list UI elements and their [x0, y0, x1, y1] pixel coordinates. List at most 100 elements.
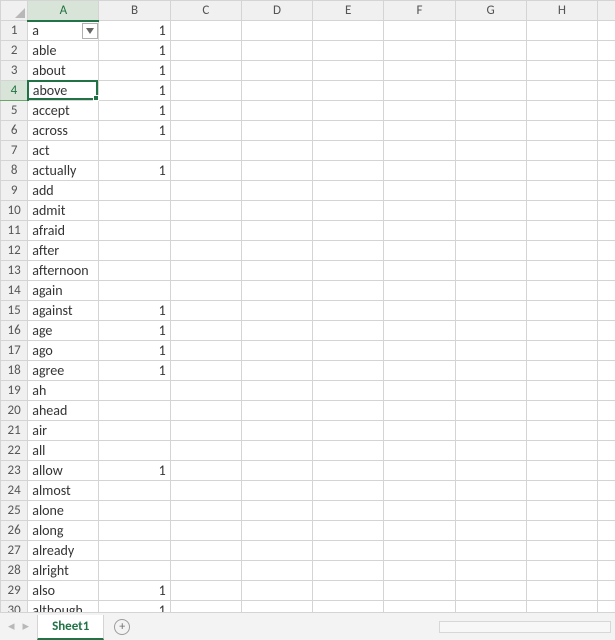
cell-G1[interactable]	[455, 21, 526, 41]
row-header[interactable]: 5	[1, 101, 28, 121]
cell-A4[interactable]: above	[28, 81, 99, 101]
cell-B1[interactable]: 1	[99, 21, 170, 41]
cell-I7[interactable]	[597, 141, 615, 161]
row-header[interactable]: 6	[1, 121, 28, 141]
cell-D29[interactable]	[241, 581, 312, 601]
cell-D8[interactable]	[241, 161, 312, 181]
cell-I21[interactable]	[597, 421, 615, 441]
cell-E14[interactable]	[313, 281, 384, 301]
cell-G25[interactable]	[455, 501, 526, 521]
cell-A22[interactable]: all	[28, 441, 99, 461]
cell-D6[interactable]	[241, 121, 312, 141]
cell-B30[interactable]: 1	[99, 601, 170, 613]
cell-D28[interactable]	[241, 561, 312, 581]
cell-E24[interactable]	[313, 481, 384, 501]
cell-G21[interactable]	[455, 421, 526, 441]
cell-A7[interactable]: act	[28, 141, 99, 161]
cell-F3[interactable]	[384, 61, 455, 81]
spreadsheet-grid[interactable]: ABCDEFGHI1a12able13about14above15accept1…	[0, 0, 615, 612]
cell-B15[interactable]: 1	[99, 301, 170, 321]
cell-H7[interactable]	[526, 141, 597, 161]
cell-B21[interactable]	[99, 421, 170, 441]
row-header[interactable]: 22	[1, 441, 28, 461]
cell-A13[interactable]: afternoon	[28, 261, 99, 281]
cell-D19[interactable]	[241, 381, 312, 401]
cell-I25[interactable]	[597, 501, 615, 521]
cell-G12[interactable]	[455, 241, 526, 261]
cell-H3[interactable]	[526, 61, 597, 81]
cell-I22[interactable]	[597, 441, 615, 461]
cell-I27[interactable]	[597, 541, 615, 561]
cell-F6[interactable]	[384, 121, 455, 141]
cell-B20[interactable]	[99, 401, 170, 421]
cell-H10[interactable]	[526, 201, 597, 221]
cell-C11[interactable]	[170, 221, 241, 241]
cell-A17[interactable]: ago	[28, 341, 99, 361]
cell-E25[interactable]	[313, 501, 384, 521]
cell-H26[interactable]	[526, 521, 597, 541]
cell-G6[interactable]	[455, 121, 526, 141]
cell-A16[interactable]: age	[28, 321, 99, 341]
cell-D16[interactable]	[241, 321, 312, 341]
cell-E1[interactable]	[313, 21, 384, 41]
row-header[interactable]: 18	[1, 361, 28, 381]
cell-A29[interactable]: also	[28, 581, 99, 601]
column-header-A[interactable]: A	[28, 1, 99, 21]
row-header[interactable]: 25	[1, 501, 28, 521]
cell-B14[interactable]	[99, 281, 170, 301]
row-header[interactable]: 12	[1, 241, 28, 261]
cell-H2[interactable]	[526, 41, 597, 61]
column-header-F[interactable]: F	[384, 1, 455, 21]
cell-H23[interactable]	[526, 461, 597, 481]
row-header[interactable]: 14	[1, 281, 28, 301]
cell-H5[interactable]	[526, 101, 597, 121]
cell-I16[interactable]	[597, 321, 615, 341]
cell-C24[interactable]	[170, 481, 241, 501]
cell-A5[interactable]: accept	[28, 101, 99, 121]
cell-E13[interactable]	[313, 261, 384, 281]
cell-D21[interactable]	[241, 421, 312, 441]
cell-G28[interactable]	[455, 561, 526, 581]
cell-B3[interactable]: 1	[99, 61, 170, 81]
cell-I11[interactable]	[597, 221, 615, 241]
cell-A6[interactable]: across	[28, 121, 99, 141]
cell-E19[interactable]	[313, 381, 384, 401]
cell-F22[interactable]	[384, 441, 455, 461]
cell-E6[interactable]	[313, 121, 384, 141]
cell-I26[interactable]	[597, 521, 615, 541]
cell-F14[interactable]	[384, 281, 455, 301]
cell-H15[interactable]	[526, 301, 597, 321]
cell-G15[interactable]	[455, 301, 526, 321]
row-header[interactable]: 28	[1, 561, 28, 581]
cell-E26[interactable]	[313, 521, 384, 541]
row-header[interactable]: 11	[1, 221, 28, 241]
cell-B27[interactable]	[99, 541, 170, 561]
cell-A3[interactable]: about	[28, 61, 99, 81]
cell-I19[interactable]	[597, 381, 615, 401]
cell-F20[interactable]	[384, 401, 455, 421]
cell-A14[interactable]: again	[28, 281, 99, 301]
cell-D17[interactable]	[241, 341, 312, 361]
cell-F19[interactable]	[384, 381, 455, 401]
horizontal-scrollbar[interactable]	[435, 613, 615, 640]
cell-C16[interactable]	[170, 321, 241, 341]
row-header[interactable]: 26	[1, 521, 28, 541]
cell-C30[interactable]	[170, 601, 241, 613]
cell-C8[interactable]	[170, 161, 241, 181]
cell-C14[interactable]	[170, 281, 241, 301]
cell-E16[interactable]	[313, 321, 384, 341]
cell-E21[interactable]	[313, 421, 384, 441]
cell-D13[interactable]	[241, 261, 312, 281]
cell-G4[interactable]	[455, 81, 526, 101]
cell-I10[interactable]	[597, 201, 615, 221]
column-header-I[interactable]: I	[597, 1, 615, 21]
cell-C5[interactable]	[170, 101, 241, 121]
cell-D30[interactable]	[241, 601, 312, 613]
cell-A19[interactable]: ah	[28, 381, 99, 401]
row-header[interactable]: 13	[1, 261, 28, 281]
cell-I28[interactable]	[597, 561, 615, 581]
cell-G7[interactable]	[455, 141, 526, 161]
cell-C26[interactable]	[170, 521, 241, 541]
cell-F15[interactable]	[384, 301, 455, 321]
cell-D4[interactable]	[241, 81, 312, 101]
